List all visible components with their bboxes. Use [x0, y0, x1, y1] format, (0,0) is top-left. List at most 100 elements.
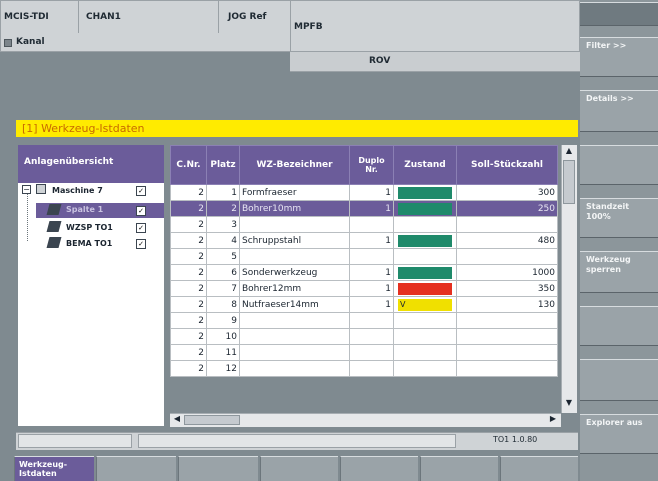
softkey-details[interactable]: Details >>: [580, 90, 658, 132]
col-header-duplo[interactable]: Duplo Nr.: [349, 145, 394, 185]
table-row[interactable]: 2 11: [170, 344, 558, 361]
cell-platz[interactable]: 11: [206, 344, 240, 361]
cell-zustand[interactable]: [393, 344, 457, 361]
cell-duplo[interactable]: 1: [349, 184, 394, 201]
tree-checkbox-spalte[interactable]: ✓: [136, 206, 146, 216]
cell-wz-bezeichner[interactable]: Nutfraeser14mm: [239, 296, 350, 313]
cell-duplo[interactable]: [349, 344, 394, 361]
cell-cnr[interactable]: 2: [170, 232, 207, 249]
cell-duplo[interactable]: [349, 360, 394, 377]
cell-zustand[interactable]: [393, 248, 457, 265]
cell-zustand[interactable]: [393, 328, 457, 345]
bottom-key-7[interactable]: [500, 456, 578, 481]
cell-cnr[interactable]: 2: [170, 184, 207, 201]
cell-platz[interactable]: 6: [206, 264, 240, 281]
cell-cnr[interactable]: 2: [170, 200, 207, 217]
cell-zustand[interactable]: [393, 200, 457, 217]
cell-soll-stueckzahl[interactable]: 1000: [456, 264, 558, 281]
cell-wz-bezeichner[interactable]: [239, 328, 350, 345]
tree-item-bema[interactable]: BEMA TO1: [66, 239, 112, 248]
softkey-explorer-aus[interactable]: Explorer aus: [580, 414, 658, 454]
cell-platz[interactable]: 1: [206, 184, 240, 201]
cell-soll-stueckzahl[interactable]: [456, 328, 558, 345]
table-row[interactable]: 23: [170, 216, 558, 233]
expand-minus-icon[interactable]: −: [22, 185, 31, 194]
cell-zustand[interactable]: V: [393, 296, 457, 313]
cell-soll-stueckzahl[interactable]: 130: [456, 296, 558, 313]
scroll-up-arrow-icon[interactable]: ▲: [562, 146, 576, 158]
softkey-empty-7[interactable]: [580, 359, 658, 401]
cell-soll-stueckzahl[interactable]: 250: [456, 200, 558, 217]
cell-soll-stueckzahl[interactable]: [456, 312, 558, 329]
col-header-zustand[interactable]: Zustand: [393, 145, 457, 185]
table-row[interactable]: 29: [170, 312, 558, 329]
cell-platz[interactable]: 10: [206, 328, 240, 345]
scroll-down-arrow-icon[interactable]: ▼: [562, 398, 576, 410]
cell-duplo[interactable]: 1: [349, 296, 394, 313]
softkey-empty-6[interactable]: [580, 306, 658, 346]
cell-cnr[interactable]: 2: [170, 328, 207, 345]
table-row[interactable]: 2 4 Schruppstahl 1 480: [170, 232, 558, 249]
cell-zustand[interactable]: [393, 184, 457, 201]
scroll-thumb-vertical[interactable]: [563, 160, 575, 204]
cell-zustand[interactable]: [393, 232, 457, 249]
tree-item-spalte[interactable]: Spalte 1: [66, 205, 103, 214]
softkey-empty-3[interactable]: [580, 145, 658, 185]
bottom-key-5[interactable]: [340, 456, 418, 481]
cell-zustand[interactable]: [393, 264, 457, 281]
cell-wz-bezeichner[interactable]: Bohrer12mm: [239, 280, 350, 297]
cell-wz-bezeichner[interactable]: Formfraeser: [239, 184, 350, 201]
cell-zustand[interactable]: [393, 216, 457, 233]
cell-platz[interactable]: 8: [206, 296, 240, 313]
bottom-key-6[interactable]: [420, 456, 498, 481]
cell-wz-bezeichner[interactable]: [239, 248, 350, 265]
cell-wz-bezeichner[interactable]: Schruppstahl: [239, 232, 350, 249]
scroll-right-arrow-icon[interactable]: ▶: [547, 414, 559, 426]
cell-zustand[interactable]: [393, 280, 457, 297]
cell-cnr[interactable]: 2: [170, 296, 207, 313]
table-row[interactable]: 2 8 Nutfraeser14mm 1 V 130: [170, 296, 558, 313]
cell-wz-bezeichner[interactable]: Sonderwerkzeug: [239, 264, 350, 281]
bottom-key-2[interactable]: [96, 456, 176, 481]
cell-wz-bezeichner[interactable]: [239, 360, 350, 377]
col-header-wz-bezeichner[interactable]: WZ-Bezeichner: [239, 145, 350, 185]
bottom-key-3[interactable]: [178, 456, 258, 481]
cell-wz-bezeichner[interactable]: Bohrer10mm: [239, 200, 350, 217]
bottom-key-4[interactable]: [260, 456, 338, 481]
cell-platz[interactable]: 3: [206, 216, 240, 233]
cell-platz[interactable]: 4: [206, 232, 240, 249]
cell-platz[interactable]: 2: [206, 200, 240, 217]
tree-checkbox-bema[interactable]: ✓: [136, 239, 146, 249]
cell-soll-stueckzahl[interactable]: [456, 248, 558, 265]
table-row[interactable]: 2 7 Bohrer12mm 1 350: [170, 280, 558, 297]
cell-soll-stueckzahl[interactable]: [456, 360, 558, 377]
table-row[interactable]: 2 1 Formfraeser 1 300: [170, 184, 558, 201]
col-header-soll-stueckzahl[interactable]: Soll-Stückzahl: [456, 145, 558, 185]
cell-soll-stueckzahl[interactable]: [456, 344, 558, 361]
cell-cnr[interactable]: 2: [170, 264, 207, 281]
cell-cnr[interactable]: 2: [170, 344, 207, 361]
cell-duplo[interactable]: [349, 216, 394, 233]
softkey-filter[interactable]: Filter >>: [580, 37, 658, 77]
cell-zustand[interactable]: [393, 312, 457, 329]
tree-item-machine[interactable]: Maschine 7: [52, 186, 103, 195]
cell-duplo[interactable]: 1: [349, 280, 394, 297]
cell-soll-stueckzahl[interactable]: [456, 216, 558, 233]
col-header-cnr[interactable]: C.Nr.: [170, 145, 207, 185]
cell-wz-bezeichner[interactable]: [239, 216, 350, 233]
cell-cnr[interactable]: 2: [170, 312, 207, 329]
table-row[interactable]: 2 6 Sonderwerkzeug 1 1000: [170, 264, 558, 281]
cell-platz[interactable]: 7: [206, 280, 240, 297]
cell-soll-stueckzahl[interactable]: 350: [456, 280, 558, 297]
tree-item-wzsp[interactable]: WZSP TO1: [66, 223, 113, 232]
cell-soll-stueckzahl[interactable]: 300: [456, 184, 558, 201]
cell-platz[interactable]: 12: [206, 360, 240, 377]
cell-platz[interactable]: 9: [206, 312, 240, 329]
cell-wz-bezeichner[interactable]: [239, 312, 350, 329]
cell-duplo[interactable]: [349, 312, 394, 329]
tree-checkbox-wzsp[interactable]: ✓: [136, 223, 146, 233]
table-row[interactable]: 2 10: [170, 328, 558, 345]
cell-duplo[interactable]: [349, 248, 394, 265]
softkey-werkzeug-sperren[interactable]: Werkzeug sperren: [580, 251, 658, 293]
bottom-tab-werkzeug-istdaten[interactable]: Werkzeug-Istdaten: [14, 456, 94, 481]
